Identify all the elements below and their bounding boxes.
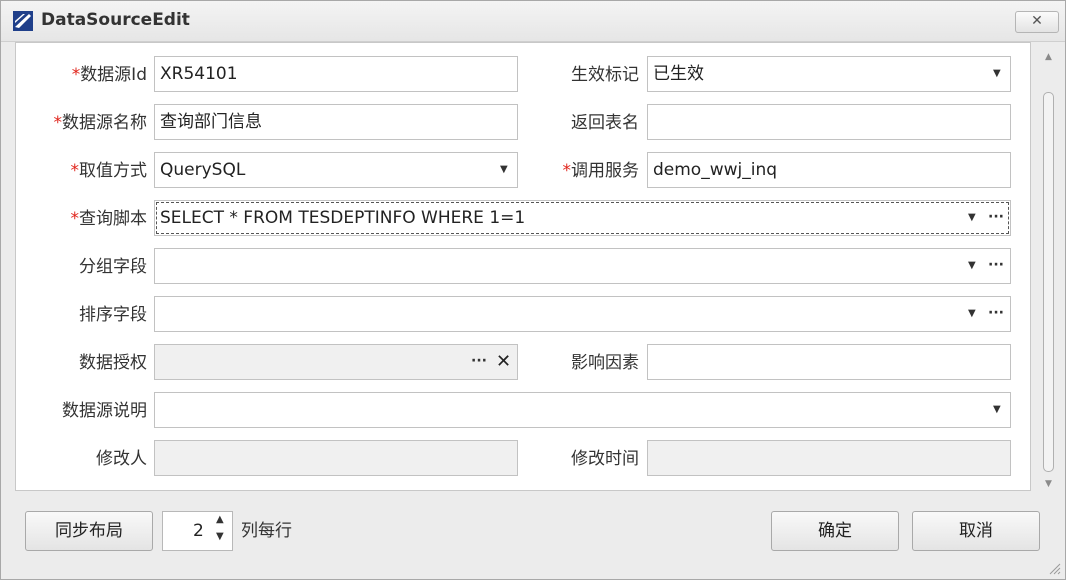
impact-factor-label-text: 影响因素 bbox=[571, 353, 639, 373]
required-mark: * bbox=[71, 65, 81, 85]
effective-flag-select[interactable]: 已生效 ▼ bbox=[647, 56, 1011, 92]
call-service-input[interactable]: demo_wwj_inq bbox=[647, 152, 1011, 188]
datasource-name-value: 查询部门信息 bbox=[160, 112, 262, 132]
columns-per-row-label: 列每行 bbox=[241, 521, 292, 541]
dialog-window: DataSourceEdit ✕ ▲ ▼ *数据源Id XR54101 生效标记… bbox=[0, 0, 1066, 580]
description-label: 数据源说明 bbox=[15, 392, 147, 430]
more-icon[interactable]: ··· bbox=[471, 345, 487, 377]
description-label-text: 数据源说明 bbox=[62, 401, 147, 421]
datasource-id-label: *数据源Id bbox=[25, 56, 147, 94]
spin-down-icon[interactable]: ▼ bbox=[216, 531, 224, 542]
chevron-down-icon[interactable]: ▼ bbox=[993, 57, 1001, 91]
chevron-down-icon[interactable]: ▼ bbox=[968, 201, 976, 235]
clear-icon[interactable]: ✕ bbox=[496, 345, 511, 379]
modify-time-input[interactable] bbox=[647, 440, 1011, 476]
cancel-button[interactable]: 取消 bbox=[912, 511, 1040, 551]
datasource-id-input[interactable]: XR54101 bbox=[154, 56, 518, 92]
return-table-label: 返回表名 bbox=[521, 104, 639, 142]
close-icon: ✕ bbox=[1031, 13, 1043, 29]
group-fields-input[interactable]: ▼ ··· bbox=[154, 248, 1011, 284]
dialog-title: DataSourceEdit bbox=[41, 10, 190, 30]
modifier-label-text: 修改人 bbox=[96, 449, 147, 469]
datasource-name-label: *数据源名称 bbox=[15, 104, 148, 142]
data-auth-label-text: 数据授权 bbox=[79, 353, 147, 373]
cancel-label: 取消 bbox=[959, 521, 993, 541]
value-method-select[interactable]: QuerySQL ▼ bbox=[154, 152, 518, 188]
sort-fields-label: 排序字段 bbox=[25, 296, 147, 334]
group-fields-label-text: 分组字段 bbox=[79, 257, 147, 277]
call-service-label-text: 调用服务 bbox=[571, 161, 639, 181]
more-icon[interactable]: ··· bbox=[988, 201, 1004, 233]
modify-time-label-text: 修改时间 bbox=[571, 449, 639, 469]
sync-layout-button[interactable]: 同步布局 bbox=[25, 511, 153, 551]
columns-spinner[interactable]: 2 ▲ ▼ bbox=[162, 511, 233, 551]
effective-flag-label-text: 生效标记 bbox=[571, 65, 639, 85]
scroll-thumb[interactable] bbox=[1043, 92, 1054, 472]
datasource-name-input[interactable]: 查询部门信息 bbox=[154, 104, 518, 140]
data-auth-label: 数据授权 bbox=[25, 344, 147, 382]
return-table-label-text: 返回表名 bbox=[571, 113, 639, 133]
title-bar[interactable]: DataSourceEdit ✕ bbox=[1, 1, 1065, 42]
query-script-label: *查询脚本 bbox=[25, 200, 148, 238]
call-service-label: *调用服务 bbox=[521, 152, 640, 190]
columns-value: 2 bbox=[193, 521, 204, 541]
data-auth-input[interactable]: ··· ✕ bbox=[154, 344, 518, 380]
resize-grip-icon[interactable] bbox=[1047, 561, 1061, 575]
impact-factor-label: 影响因素 bbox=[521, 344, 639, 382]
app-icon bbox=[13, 11, 33, 31]
scroll-down-icon[interactable]: ▼ bbox=[1045, 479, 1052, 489]
impact-factor-input[interactable] bbox=[647, 344, 1011, 380]
effective-flag-label: 生效标记 bbox=[521, 56, 639, 94]
return-table-input[interactable] bbox=[647, 104, 1011, 140]
ok-button[interactable]: 确定 bbox=[771, 511, 899, 551]
modify-time-label: 修改时间 bbox=[521, 440, 639, 478]
sort-fields-input[interactable]: ▼ ··· bbox=[154, 296, 1011, 332]
query-script-value: SELECT * FROM TESDEPTINFO WHERE 1=1 bbox=[160, 208, 526, 228]
group-fields-label: 分组字段 bbox=[25, 248, 147, 286]
more-icon[interactable]: ··· bbox=[988, 249, 1004, 281]
chevron-down-icon[interactable]: ▼ bbox=[500, 153, 508, 187]
sync-layout-label: 同步布局 bbox=[55, 521, 123, 541]
required-mark: * bbox=[562, 161, 572, 181]
more-icon[interactable]: ··· bbox=[988, 297, 1004, 329]
datasource-id-label-text: 数据源Id bbox=[80, 65, 147, 85]
query-script-input[interactable]: SELECT * FROM TESDEPTINFO WHERE 1=1 ▼ ··· bbox=[154, 200, 1011, 236]
required-mark: * bbox=[70, 209, 80, 229]
required-mark: * bbox=[53, 113, 63, 133]
value-method-label-text: 取值方式 bbox=[79, 161, 147, 181]
chevron-down-icon[interactable]: ▼ bbox=[968, 297, 976, 331]
required-mark: * bbox=[70, 161, 80, 181]
value-method-label: *取值方式 bbox=[25, 152, 148, 190]
value-method-value: QuerySQL bbox=[160, 160, 246, 180]
chevron-down-icon[interactable]: ▼ bbox=[993, 393, 1001, 427]
effective-flag-value: 已生效 bbox=[653, 64, 704, 84]
ok-label: 确定 bbox=[818, 521, 852, 541]
datasource-id-value: XR54101 bbox=[160, 64, 238, 84]
sort-fields-label-text: 排序字段 bbox=[79, 305, 147, 325]
vertical-scrollbar[interactable]: ▲ ▼ bbox=[1041, 42, 1057, 494]
modifier-input[interactable] bbox=[154, 440, 518, 476]
datasource-name-label-text: 数据源名称 bbox=[62, 113, 147, 133]
query-script-label-text: 查询脚本 bbox=[79, 209, 147, 229]
spin-up-icon[interactable]: ▲ bbox=[216, 514, 224, 525]
scroll-up-icon[interactable]: ▲ bbox=[1045, 52, 1052, 62]
call-service-value: demo_wwj_inq bbox=[653, 160, 778, 180]
close-button[interactable]: ✕ bbox=[1015, 11, 1059, 33]
modifier-label: 修改人 bbox=[25, 440, 147, 478]
description-select[interactable]: ▼ bbox=[154, 392, 1011, 428]
chevron-down-icon[interactable]: ▼ bbox=[968, 249, 976, 283]
